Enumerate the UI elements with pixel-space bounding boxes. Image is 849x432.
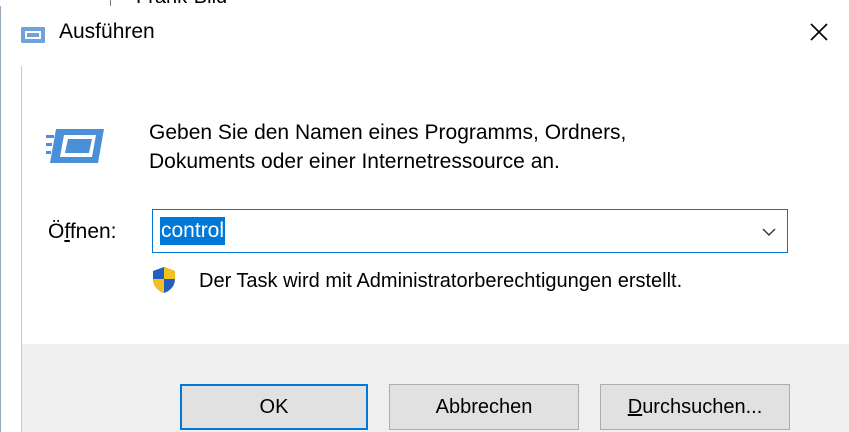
browse-label: urchsuchen...: [642, 395, 763, 418]
description-line-1: Geben Sie den Namen eines Programms, Ord…: [149, 121, 627, 144]
window-title: Ausführen: [59, 20, 155, 43]
open-input-value[interactable]: control: [160, 217, 226, 245]
uac-shield-icon: [153, 267, 175, 293]
button-bar: OK Abbrechen Durchsuchen...: [22, 344, 849, 432]
open-label-suffix: fnen:: [69, 220, 117, 243]
run-program-icon: [46, 129, 104, 163]
dialog-content: Geben Sie den Namen eines Programms, Ord…: [22, 66, 849, 344]
run-dialog-icon: [21, 27, 45, 43]
run-dialog: Ausführen Geben Sie den Namen eines Prog…: [0, 6, 849, 432]
description-line-2: Dokuments oder einer Internetressource a…: [149, 150, 560, 173]
cancel-button[interactable]: Abbrechen: [389, 384, 579, 430]
open-label: Öffnen:: [48, 220, 117, 244]
chevron-down-icon[interactable]: [761, 224, 777, 240]
ok-button[interactable]: OK: [180, 384, 368, 430]
open-combobox[interactable]: control: [152, 209, 788, 253]
title-bar[interactable]: Ausführen: [1, 6, 849, 62]
browse-button[interactable]: Durchsuchen...: [600, 384, 790, 430]
open-label-prefix: Ö: [48, 220, 65, 243]
dialog-body: Geben Sie den Namen eines Programms, Ord…: [21, 66, 849, 432]
close-button[interactable]: [789, 6, 849, 58]
browse-accel: D: [627, 395, 643, 418]
admin-note: Der Task wird mit Administratorberechtig…: [199, 270, 683, 292]
close-icon: [810, 23, 828, 41]
dialog-description: Geben Sie den Namen eines Programms, Ord…: [149, 118, 626, 176]
